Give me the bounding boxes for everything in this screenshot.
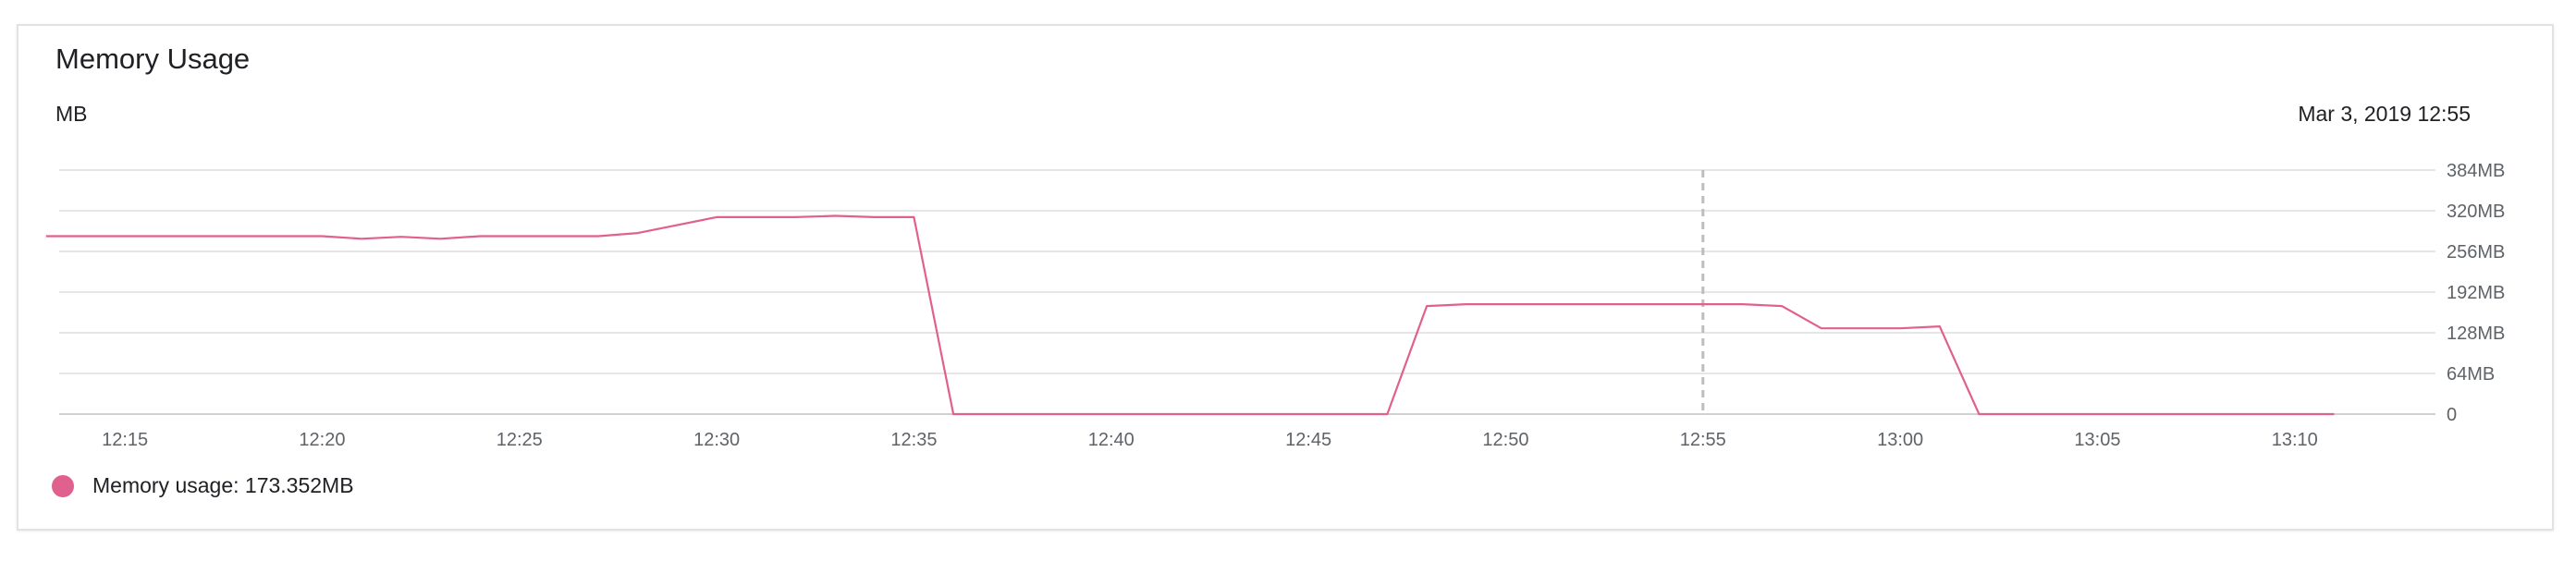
x-tick-label: 13:05 xyxy=(2074,430,2120,450)
x-tick-label: 12:20 xyxy=(299,430,345,450)
x-tick-label: 12:40 xyxy=(1088,430,1135,450)
y-tick-label: 256MB xyxy=(2447,242,2505,263)
y-tick-label: 384MB xyxy=(2447,161,2505,181)
y-tick-label: 320MB xyxy=(2447,202,2505,222)
memory-line-chart[interactable]: 0 64MB 128MB 192MB 256MB 320MB 384MB 12:15 12:20… xyxy=(18,26,2552,529)
x-tick-label: 13:10 xyxy=(2272,430,2318,450)
x-tick-label: 12:15 xyxy=(102,430,148,450)
memory-usage-card: Memory Usage MB Mar 3, 2019 12:55 0 64MB 1… xyxy=(17,24,2554,531)
x-tick-label: 12:55 xyxy=(1680,430,1726,450)
y-tick-label: 192MB xyxy=(2447,283,2505,303)
x-tick-label: 12:50 xyxy=(1482,430,1528,450)
legend: Memory usage: 173.352MB xyxy=(52,473,354,498)
x-tick-label: 13:00 xyxy=(1877,430,1923,450)
x-tick-label: 12:45 xyxy=(1285,430,1331,450)
y-tick-label: 0 xyxy=(2447,405,2457,425)
legend-marker xyxy=(52,474,74,497)
x-tick-label: 12:35 xyxy=(890,430,937,450)
y-tick-label: 64MB xyxy=(2447,364,2495,385)
series-line-memory-usage xyxy=(45,214,2335,416)
x-tick-label: 12:30 xyxy=(693,430,740,450)
y-tick-label: 128MB xyxy=(2447,324,2505,344)
x-tick-label: 12:25 xyxy=(497,430,543,450)
legend-label: Memory usage: 173.352MB xyxy=(92,473,354,497)
